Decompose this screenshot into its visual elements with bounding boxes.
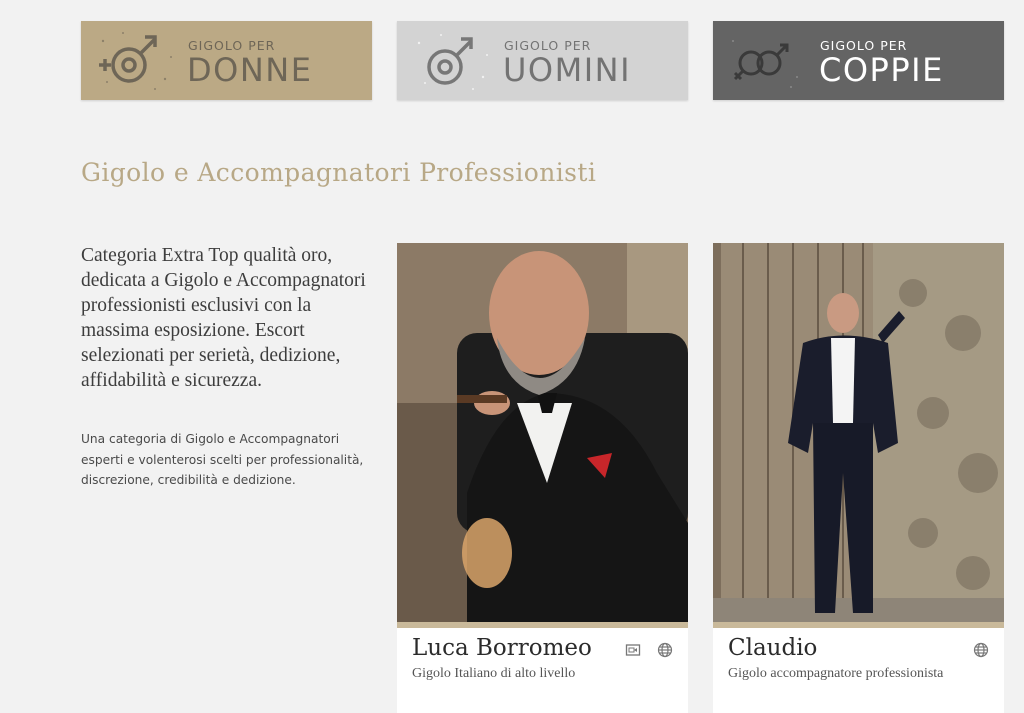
profile-card-claudio[interactable]: Claudio Gigolo accompagnatore profession… bbox=[713, 243, 1004, 713]
globe-icon[interactable] bbox=[657, 642, 673, 658]
section-title: Gigolo e Accompagnatori Professionisti bbox=[81, 158, 597, 187]
profile-name[interactable]: Claudio bbox=[728, 635, 817, 661]
globe-icon[interactable] bbox=[973, 642, 989, 658]
category-uomini-button[interactable]: GIGOLO PER UOMINI bbox=[397, 21, 688, 100]
profile-photo[interactable] bbox=[397, 243, 688, 622]
profile-name[interactable]: Luca Borromeo bbox=[412, 635, 592, 661]
card-divider bbox=[397, 622, 688, 628]
couple-symbol-icon bbox=[732, 40, 798, 88]
category-donne-label: DONNE bbox=[187, 51, 313, 89]
intro-subtext: Una categoria di Gigolo e Accompagnatori… bbox=[81, 432, 364, 487]
profile-subtitle: Gigolo accompagnatore professionista bbox=[728, 666, 944, 681]
card-divider bbox=[713, 622, 1004, 628]
profile-subtitle: Gigolo Italiano di alto livello bbox=[412, 666, 576, 681]
video-icon[interactable] bbox=[625, 642, 641, 658]
category-uomini-label: UOMINI bbox=[503, 51, 632, 89]
category-donne-button[interactable]: GIGOLO PER DONNE bbox=[81, 21, 372, 100]
female-male-symbol-icon bbox=[99, 32, 172, 90]
category-coppie-label: COPPIE bbox=[819, 51, 944, 89]
male-symbol-icon bbox=[417, 34, 488, 90]
profile-card-luca-borromeo[interactable]: Luca Borromeo Gigolo Italiano di alto li… bbox=[397, 243, 688, 713]
profile-photo[interactable] bbox=[713, 243, 1004, 622]
intro-text: Categoria Extra Top qualità oro, dedicat… bbox=[81, 245, 366, 391]
category-coppie-button[interactable]: GIGOLO PER COPPIE bbox=[713, 21, 1004, 100]
